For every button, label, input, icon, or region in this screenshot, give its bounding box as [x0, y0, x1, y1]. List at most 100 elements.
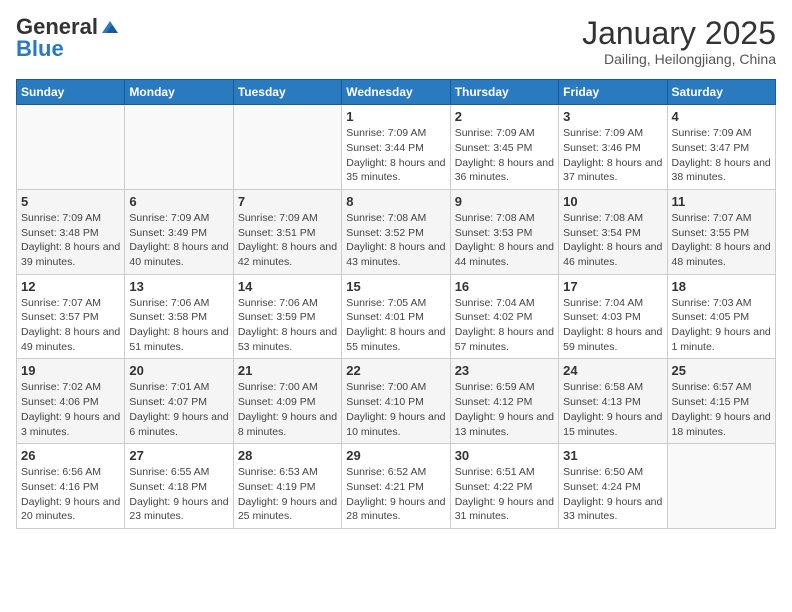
header: General Blue January 2025 Dailing, Heilo… — [16, 16, 776, 67]
calendar-cell: 14 Sunrise: 7:06 AM Sunset: 3:59 PM Dayli… — [233, 274, 341, 359]
day-number: 19 — [21, 363, 120, 378]
day-info: Sunrise: 7:04 AM Sunset: 4:02 PM Dayligh… — [455, 296, 554, 355]
day-number: 14 — [238, 279, 337, 294]
day-number: 6 — [129, 194, 228, 209]
calendar-cell: 4Sunrise: 7:09 AM Sunset: 3:47 PM Daylig… — [667, 105, 775, 190]
day-number: 13 — [129, 279, 228, 294]
day-number: 27 — [129, 448, 228, 463]
calendar-cell: 2Sunrise: 7:09 AM Sunset: 3:45 PM Daylig… — [450, 105, 558, 190]
day-info: Sunrise: 7:08 AM Sunset: 3:53 PM Dayligh… — [455, 211, 554, 270]
calendar-cell: 16 Sunrise: 7:04 AM Sunset: 4:02 PM Dayli… — [450, 274, 558, 359]
calendar-cell: 11 Sunrise: 7:07 AM Sunset: 3:55 PM Dayli… — [667, 189, 775, 274]
day-info: Sunrise: 7:09 AM Sunset: 3:48 PM Dayligh… — [21, 211, 120, 270]
week-row: 12 Sunrise: 7:07 AM Sunset: 3:57 PM Dayli… — [17, 274, 776, 359]
day-number: 12 — [21, 279, 120, 294]
day-info: Sunrise: 7:08 AM Sunset: 3:52 PM Dayligh… — [346, 211, 445, 270]
day-number: 28 — [238, 448, 337, 463]
day-info: Sunrise: 6:52 AM Sunset: 4:21 PM Dayligh… — [346, 465, 445, 524]
day-number: 25 — [672, 363, 771, 378]
week-row: 26 Sunrise: 6:56 AM Sunset: 4:16 PM Dayli… — [17, 444, 776, 529]
page: General Blue January 2025 Dailing, Heilo… — [0, 0, 792, 612]
day-info: Sunrise: 7:04 AM Sunset: 4:03 PM Dayligh… — [563, 296, 662, 355]
day-number: 10 — [563, 194, 662, 209]
day-number: 26 — [21, 448, 120, 463]
week-row: 19 Sunrise: 7:02 AM Sunset: 4:06 PM Dayli… — [17, 359, 776, 444]
calendar-cell: 26 Sunrise: 6:56 AM Sunset: 4:16 PM Dayli… — [17, 444, 125, 529]
weekday-header: Tuesday — [233, 80, 341, 105]
day-info: Sunrise: 7:01 AM Sunset: 4:07 PM Dayligh… — [129, 380, 228, 439]
calendar-cell: 12 Sunrise: 7:07 AM Sunset: 3:57 PM Dayli… — [17, 274, 125, 359]
day-number: 15 — [346, 279, 445, 294]
calendar-cell: 17 Sunrise: 7:04 AM Sunset: 4:03 PM Dayli… — [559, 274, 667, 359]
calendar-cell: 9 Sunrise: 7:08 AM Sunset: 3:53 PM Daylig… — [450, 189, 558, 274]
weekday-header: Monday — [125, 80, 233, 105]
day-info: Sunrise: 7:07 AM Sunset: 3:57 PM Dayligh… — [21, 296, 120, 355]
day-info: Sunrise: 6:55 AM Sunset: 4:18 PM Dayligh… — [129, 465, 228, 524]
calendar-cell: 21 Sunrise: 7:00 AM Sunset: 4:09 PM Dayli… — [233, 359, 341, 444]
month-title: January 2025 — [582, 16, 776, 51]
calendar-cell: 22 Sunrise: 7:00 AM Sunset: 4:10 PM Dayli… — [342, 359, 450, 444]
day-number: 5 — [21, 194, 120, 209]
day-number: 23 — [455, 363, 554, 378]
day-info: Sunrise: 6:57 AM Sunset: 4:15 PM Dayligh… — [672, 380, 771, 439]
day-info: Sunrise: 6:51 AM Sunset: 4:22 PM Dayligh… — [455, 465, 554, 524]
day-info: Sunrise: 6:58 AM Sunset: 4:13 PM Dayligh… — [563, 380, 662, 439]
day-info: Sunrise: 7:06 AM Sunset: 3:59 PM Dayligh… — [238, 296, 337, 355]
logo-icon — [100, 17, 120, 37]
day-number: 11 — [672, 194, 771, 209]
day-number: 9 — [455, 194, 554, 209]
day-info: Sunrise: 7:00 AM Sunset: 4:10 PM Dayligh… — [346, 380, 445, 439]
calendar-cell: 30 Sunrise: 6:51 AM Sunset: 4:22 PM Dayli… — [450, 444, 558, 529]
day-number: 16 — [455, 279, 554, 294]
calendar-cell: 23 Sunrise: 6:59 AM Sunset: 4:12 PM Dayli… — [450, 359, 558, 444]
calendar-cell: 25 Sunrise: 6:57 AM Sunset: 4:15 PM Dayli… — [667, 359, 775, 444]
day-info: Sunrise: 7:07 AM Sunset: 3:55 PM Dayligh… — [672, 211, 771, 270]
calendar-cell: 1Sunrise: 7:09 AM Sunset: 3:44 PM Daylig… — [342, 105, 450, 190]
day-info: Sunrise: 7:09 AM Sunset: 3:51 PM Dayligh… — [238, 211, 337, 270]
calendar-cell — [125, 105, 233, 190]
calendar-cell: 20 Sunrise: 7:01 AM Sunset: 4:07 PM Dayli… — [125, 359, 233, 444]
day-info: Sunrise: 6:50 AM Sunset: 4:24 PM Dayligh… — [563, 465, 662, 524]
weekday-header: Wednesday — [342, 80, 450, 105]
calendar-cell: 24 Sunrise: 6:58 AM Sunset: 4:13 PM Dayli… — [559, 359, 667, 444]
logo: General Blue — [16, 16, 120, 60]
day-info: Sunrise: 7:09 AM Sunset: 3:45 PM Dayligh… — [455, 126, 554, 185]
day-number: 24 — [563, 363, 662, 378]
calendar-cell: 10Sunrise: 7:08 AM Sunset: 3:54 PM Dayli… — [559, 189, 667, 274]
location: Dailing, Heilongjiang, China — [582, 51, 776, 67]
calendar-cell: 27 Sunrise: 6:55 AM Sunset: 4:18 PM Dayli… — [125, 444, 233, 529]
calendar-cell: 5 Sunrise: 7:09 AM Sunset: 3:48 PM Daylig… — [17, 189, 125, 274]
day-number: 20 — [129, 363, 228, 378]
day-info: Sunrise: 7:09 AM Sunset: 3:49 PM Dayligh… — [129, 211, 228, 270]
day-info: Sunrise: 7:06 AM Sunset: 3:58 PM Dayligh… — [129, 296, 228, 355]
calendar-cell: 18 Sunrise: 7:03 AM Sunset: 4:05 PM Dayli… — [667, 274, 775, 359]
weekday-header: Sunday — [17, 80, 125, 105]
day-info: Sunrise: 7:09 AM Sunset: 3:44 PM Dayligh… — [346, 126, 445, 185]
calendar-cell: 3Sunrise: 7:09 AM Sunset: 3:46 PM Daylig… — [559, 105, 667, 190]
calendar-cell — [17, 105, 125, 190]
day-info: Sunrise: 6:53 AM Sunset: 4:19 PM Dayligh… — [238, 465, 337, 524]
weekday-header: Thursday — [450, 80, 558, 105]
calendar-cell: 13 Sunrise: 7:06 AM Sunset: 3:58 PM Dayli… — [125, 274, 233, 359]
weekday-header: Saturday — [667, 80, 775, 105]
day-number: 30 — [455, 448, 554, 463]
day-number: 21 — [238, 363, 337, 378]
day-number: 17 — [563, 279, 662, 294]
day-number: 29 — [346, 448, 445, 463]
day-info: Sunrise: 7:03 AM Sunset: 4:05 PM Dayligh… — [672, 296, 771, 355]
day-info: Sunrise: 6:56 AM Sunset: 4:16 PM Dayligh… — [21, 465, 120, 524]
day-number: 31 — [563, 448, 662, 463]
week-row: 5 Sunrise: 7:09 AM Sunset: 3:48 PM Daylig… — [17, 189, 776, 274]
day-info: Sunrise: 7:00 AM Sunset: 4:09 PM Dayligh… — [238, 380, 337, 439]
day-number: 18 — [672, 279, 771, 294]
day-info: Sunrise: 7:05 AM Sunset: 4:01 PM Dayligh… — [346, 296, 445, 355]
logo-general: General — [16, 16, 98, 38]
weekday-header: Friday — [559, 80, 667, 105]
day-info: Sunrise: 7:02 AM Sunset: 4:06 PM Dayligh… — [21, 380, 120, 439]
calendar-cell: 28 Sunrise: 6:53 AM Sunset: 4:19 PM Dayli… — [233, 444, 341, 529]
day-info: Sunrise: 6:59 AM Sunset: 4:12 PM Dayligh… — [455, 380, 554, 439]
day-number: 22 — [346, 363, 445, 378]
calendar-cell: 7Sunrise: 7:09 AM Sunset: 3:51 PM Daylig… — [233, 189, 341, 274]
calendar: SundayMondayTuesdayWednesdayThursdayFrid… — [16, 79, 776, 529]
weekday-header-row: SundayMondayTuesdayWednesdayThursdayFrid… — [17, 80, 776, 105]
